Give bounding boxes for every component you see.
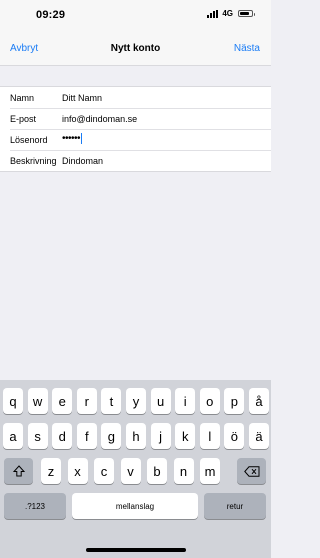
return-key[interactable]: retur xyxy=(204,493,266,519)
space-key[interactable]: mellanslag xyxy=(72,493,198,519)
space-key-label: mellanslag xyxy=(115,501,155,511)
delete-key[interactable] xyxy=(237,458,266,484)
key-t-label: t xyxy=(109,393,114,409)
key-q[interactable]: q xyxy=(3,388,23,414)
key-i[interactable]: i xyxy=(175,388,196,414)
password-field[interactable]: •••••• xyxy=(62,133,83,145)
password-row[interactable]: Lösenord •••••• xyxy=(0,129,271,150)
key-y[interactable]: y xyxy=(126,388,146,414)
key-b-label: b xyxy=(153,463,161,479)
key-o[interactable]: o xyxy=(199,388,220,414)
key-r-label: r xyxy=(84,393,89,409)
key-o-label: o xyxy=(206,393,214,409)
key-g-label: g xyxy=(107,428,115,444)
name-row[interactable]: Namn Ditt Namn xyxy=(0,87,271,108)
email-field[interactable]: info@dindoman.se xyxy=(62,114,137,124)
battery-icon xyxy=(238,10,255,17)
key-x-label: x xyxy=(74,463,81,479)
name-field[interactable]: Ditt Namn xyxy=(62,93,102,103)
key-p[interactable]: p xyxy=(224,388,245,414)
key-ö[interactable]: ö xyxy=(224,423,245,449)
navigation-bar: Avbryt Nytt konto Nästa xyxy=(0,28,271,66)
return-key-label: retur xyxy=(226,501,244,511)
key-e-label: e xyxy=(58,393,66,409)
network-type: 4G xyxy=(222,9,233,18)
key-m-label: m xyxy=(204,463,216,479)
key-l-label: l xyxy=(208,428,212,444)
key-k[interactable]: k xyxy=(175,423,196,449)
text-cursor xyxy=(81,133,83,144)
status-icons: 4G xyxy=(207,9,255,18)
key-b[interactable]: b xyxy=(147,458,167,484)
key-q-label: q xyxy=(9,393,17,409)
key-d[interactable]: d xyxy=(52,423,73,449)
key-v-label: v xyxy=(127,463,134,479)
page-title: Nytt konto xyxy=(110,43,161,54)
delete-icon xyxy=(243,465,259,477)
key-ä[interactable]: ä xyxy=(249,423,269,449)
description-label: Beskrivning xyxy=(10,155,57,166)
key-ö-label: ö xyxy=(230,428,238,444)
key-s[interactable]: s xyxy=(27,423,48,449)
key-a-label: a xyxy=(9,428,17,444)
key-p-label: p xyxy=(230,393,238,409)
key-k-label: k xyxy=(181,428,189,444)
numbers-key-label: .?123 xyxy=(24,501,46,511)
email-label: E-post xyxy=(10,113,37,124)
keyboard: q w e r t y u i o p å a s d f g h j k l ö ä z x c v b n m .?123 mellan… xyxy=(0,380,271,558)
next-button[interactable]: Nästa xyxy=(234,43,260,54)
key-g[interactable]: g xyxy=(101,423,122,449)
battery-level xyxy=(240,12,249,15)
home-indicator xyxy=(86,548,186,552)
key-l[interactable]: l xyxy=(199,423,220,449)
password-label: Lösenord xyxy=(10,134,48,145)
key-w-label: w xyxy=(32,393,43,409)
key-å-label: å xyxy=(255,393,263,409)
clock: 09:29 xyxy=(36,9,66,21)
key-j[interactable]: j xyxy=(150,423,171,449)
key-m[interactable]: m xyxy=(200,458,220,484)
email-row[interactable]: E-post info@dindoman.se xyxy=(0,108,271,129)
numbers-key[interactable]: .?123 xyxy=(4,493,66,519)
account-form: Namn Ditt Namn E-post info@dindoman.se L… xyxy=(0,86,271,172)
key-d-label: d xyxy=(58,428,66,444)
key-r[interactable]: r xyxy=(76,388,97,414)
shift-icon xyxy=(12,465,25,477)
signal-icon xyxy=(207,9,219,18)
key-w[interactable]: w xyxy=(27,388,48,414)
description-field[interactable]: Dindoman xyxy=(62,156,103,166)
key-å[interactable]: å xyxy=(249,388,269,414)
key-a[interactable]: a xyxy=(3,423,23,449)
key-n[interactable]: n xyxy=(173,458,194,484)
key-u-label: u xyxy=(156,393,165,409)
shift-key[interactable] xyxy=(4,458,33,484)
key-y-label: y xyxy=(132,393,140,409)
key-i-label: i xyxy=(183,393,187,409)
key-n-label: n xyxy=(179,463,188,479)
key-t[interactable]: t xyxy=(101,388,122,414)
key-ä-label: ä xyxy=(255,428,263,444)
key-s-label: s xyxy=(34,428,41,444)
key-v[interactable]: v xyxy=(120,458,141,484)
key-c[interactable]: c xyxy=(94,458,114,484)
password-dots: •••••• xyxy=(62,133,81,145)
key-x[interactable]: x xyxy=(67,458,88,484)
key-c-label: c xyxy=(100,463,108,479)
key-h-label: h xyxy=(132,428,140,444)
description-row[interactable]: Beskrivning Dindoman xyxy=(0,150,271,171)
name-label: Namn xyxy=(10,92,35,103)
key-f[interactable]: f xyxy=(76,423,97,449)
key-h[interactable]: h xyxy=(126,423,146,449)
key-j-label: j xyxy=(159,428,163,444)
key-z[interactable]: z xyxy=(41,458,61,484)
key-u[interactable]: u xyxy=(150,388,171,414)
key-e[interactable]: e xyxy=(52,388,73,414)
key-f-label: f xyxy=(84,428,89,444)
key-z-label: z xyxy=(47,463,55,479)
status-bar: 09:29 4G xyxy=(0,0,271,28)
